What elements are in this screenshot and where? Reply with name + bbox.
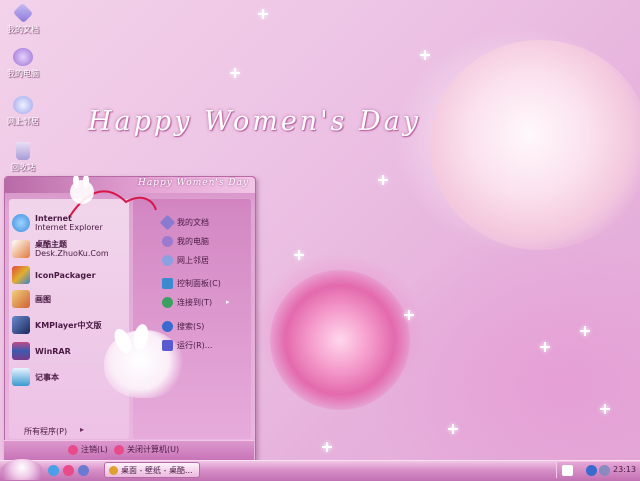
taskbar-window-button[interactable]: 桌面 - 壁纸 - 桌酷... [104, 462, 200, 478]
menu-item-label: 我的文档 [177, 218, 209, 227]
shutdown-label: 关闭计算机(U) [127, 445, 180, 454]
shutdown-button[interactable]: 关闭计算机(U) [114, 444, 179, 455]
menu-item-kmplayer[interactable]: KMPlayer中文版 [12, 316, 102, 334]
tray-app-icon[interactable] [562, 465, 573, 476]
menu-item-search[interactable]: 搜索(S) [162, 321, 204, 332]
menu-item-notepad[interactable]: 记事本 [12, 368, 59, 386]
menu-item-subtitle: Internet Explorer [35, 223, 103, 232]
sparkle [448, 424, 458, 434]
connect-to-icon [162, 297, 173, 308]
desktop-icon-my-documents[interactable]: 我的文档 [0, 2, 46, 35]
menu-item-network[interactable]: 网上邻居 [162, 255, 209, 266]
sparkle [600, 404, 610, 414]
menu-item-run[interactable]: 运行(R)... [162, 340, 212, 351]
menu-item-label: 控制面板(C) [177, 279, 221, 288]
kmplayer-icon [12, 316, 30, 334]
sparkle [580, 326, 590, 336]
menu-item-title: 记事本 [35, 372, 59, 382]
winrar-icon [12, 342, 30, 360]
desktop-icon-label: 网上邻居 [7, 117, 39, 126]
quicklaunch-media-icon[interactable] [78, 465, 89, 476]
menu-item-label: 运行(R)... [177, 341, 213, 350]
control-panel-icon [162, 278, 173, 289]
logoff-label: 注销(L) [81, 445, 108, 454]
power-icon [114, 444, 124, 455]
menu-item-title: 画图 [35, 294, 51, 304]
menu-item-title: KMPlayer中文版 [35, 320, 102, 330]
logoff-icon [68, 444, 78, 455]
sparkle [258, 9, 268, 19]
menu-item-my-documents[interactable]: 我的文档 [159, 214, 209, 231]
desktop-icon-recycle-bin[interactable]: 回收站 [0, 142, 46, 173]
menu-item-iconpackager[interactable]: IconPackager [12, 266, 96, 284]
ie-icon [12, 214, 30, 232]
desktop-icon-my-computer[interactable]: 我的电脑 [0, 48, 46, 79]
menu-item-zhuoku-theme[interactable]: 桌酷主题 Desk.ZhuoKu.Com [12, 240, 109, 258]
menu-item-winrar[interactable]: WinRAR [12, 342, 71, 360]
connect-to-arrow-icon: ▸ [226, 298, 230, 306]
tray-volume-icon[interactable] [599, 465, 610, 476]
desktop-icon-network[interactable]: 网上邻居 [0, 96, 46, 127]
taskbar-window-label: 桌面 - 壁纸 - 桌酷... [121, 465, 193, 475]
taskbar-clock[interactable]: 23:13 [613, 465, 636, 474]
sparkle [322, 442, 332, 452]
menu-item-title: 桌酷主题 [35, 240, 67, 249]
menu-item-subtitle: Desk.ZhuoKu.Com [35, 249, 109, 258]
zhuoku-theme-icon [12, 240, 30, 258]
sparkle [230, 68, 240, 78]
iconpackager-icon [12, 266, 30, 284]
sparkle [420, 50, 430, 60]
menu-item-paint[interactable]: 画图 [12, 290, 51, 308]
menu-item-connect-to[interactable]: 连接到(T) [162, 297, 212, 308]
menu-item-internet[interactable]: Internet Internet Explorer [12, 214, 103, 232]
notepad-icon [12, 368, 30, 386]
desktop-icon-label: 我的电脑 [7, 69, 39, 78]
paint-icon [12, 290, 30, 308]
all-programs-button[interactable]: 所有程序(P) [24, 426, 67, 437]
menu-item-label: 网上邻居 [177, 256, 209, 265]
my-documents-icon [159, 214, 176, 231]
run-icon [162, 340, 173, 351]
menu-item-label: 连接到(T) [177, 298, 213, 307]
search-icon [162, 321, 173, 332]
menu-item-title: WinRAR [35, 346, 71, 356]
menu-item-label: 我的电脑 [177, 237, 209, 246]
my-computer-icon [162, 236, 173, 247]
desktop-icon-label: 回收站 [11, 163, 35, 172]
sparkle [540, 342, 550, 352]
sparkle [404, 310, 414, 320]
menu-item-label: 搜索(S) [177, 322, 205, 331]
my-computer-icon [13, 48, 33, 66]
quicklaunch-ie-icon[interactable] [48, 465, 59, 476]
recycle-bin-icon [16, 142, 30, 160]
my-documents-icon [12, 2, 34, 24]
headline-text: Happy Women's Day [88, 106, 422, 137]
taskbar [0, 460, 640, 481]
sparkle [378, 175, 388, 185]
menu-item-control-panel[interactable]: 控制面板(C) [162, 278, 221, 289]
browser-icon [109, 465, 118, 475]
quicklaunch-show-desktop-icon[interactable] [63, 465, 74, 476]
tray-network-icon[interactable] [586, 465, 597, 476]
desktop-icon-label: 我的文档 [7, 25, 39, 34]
rose-wallpaper-large [430, 40, 640, 250]
menu-item-title: IconPackager [35, 270, 96, 280]
logoff-button[interactable]: 注销(L) [68, 444, 108, 455]
network-icon [162, 255, 173, 266]
menu-item-my-computer[interactable]: 我的电脑 [162, 236, 209, 247]
sparkle [294, 250, 304, 260]
menu-item-title: Internet [35, 214, 72, 223]
start-button[interactable] [2, 459, 42, 480]
network-icon [13, 96, 33, 114]
rose-wallpaper-small [270, 270, 410, 410]
all-programs-arrow-icon: ▸ [80, 425, 85, 434]
